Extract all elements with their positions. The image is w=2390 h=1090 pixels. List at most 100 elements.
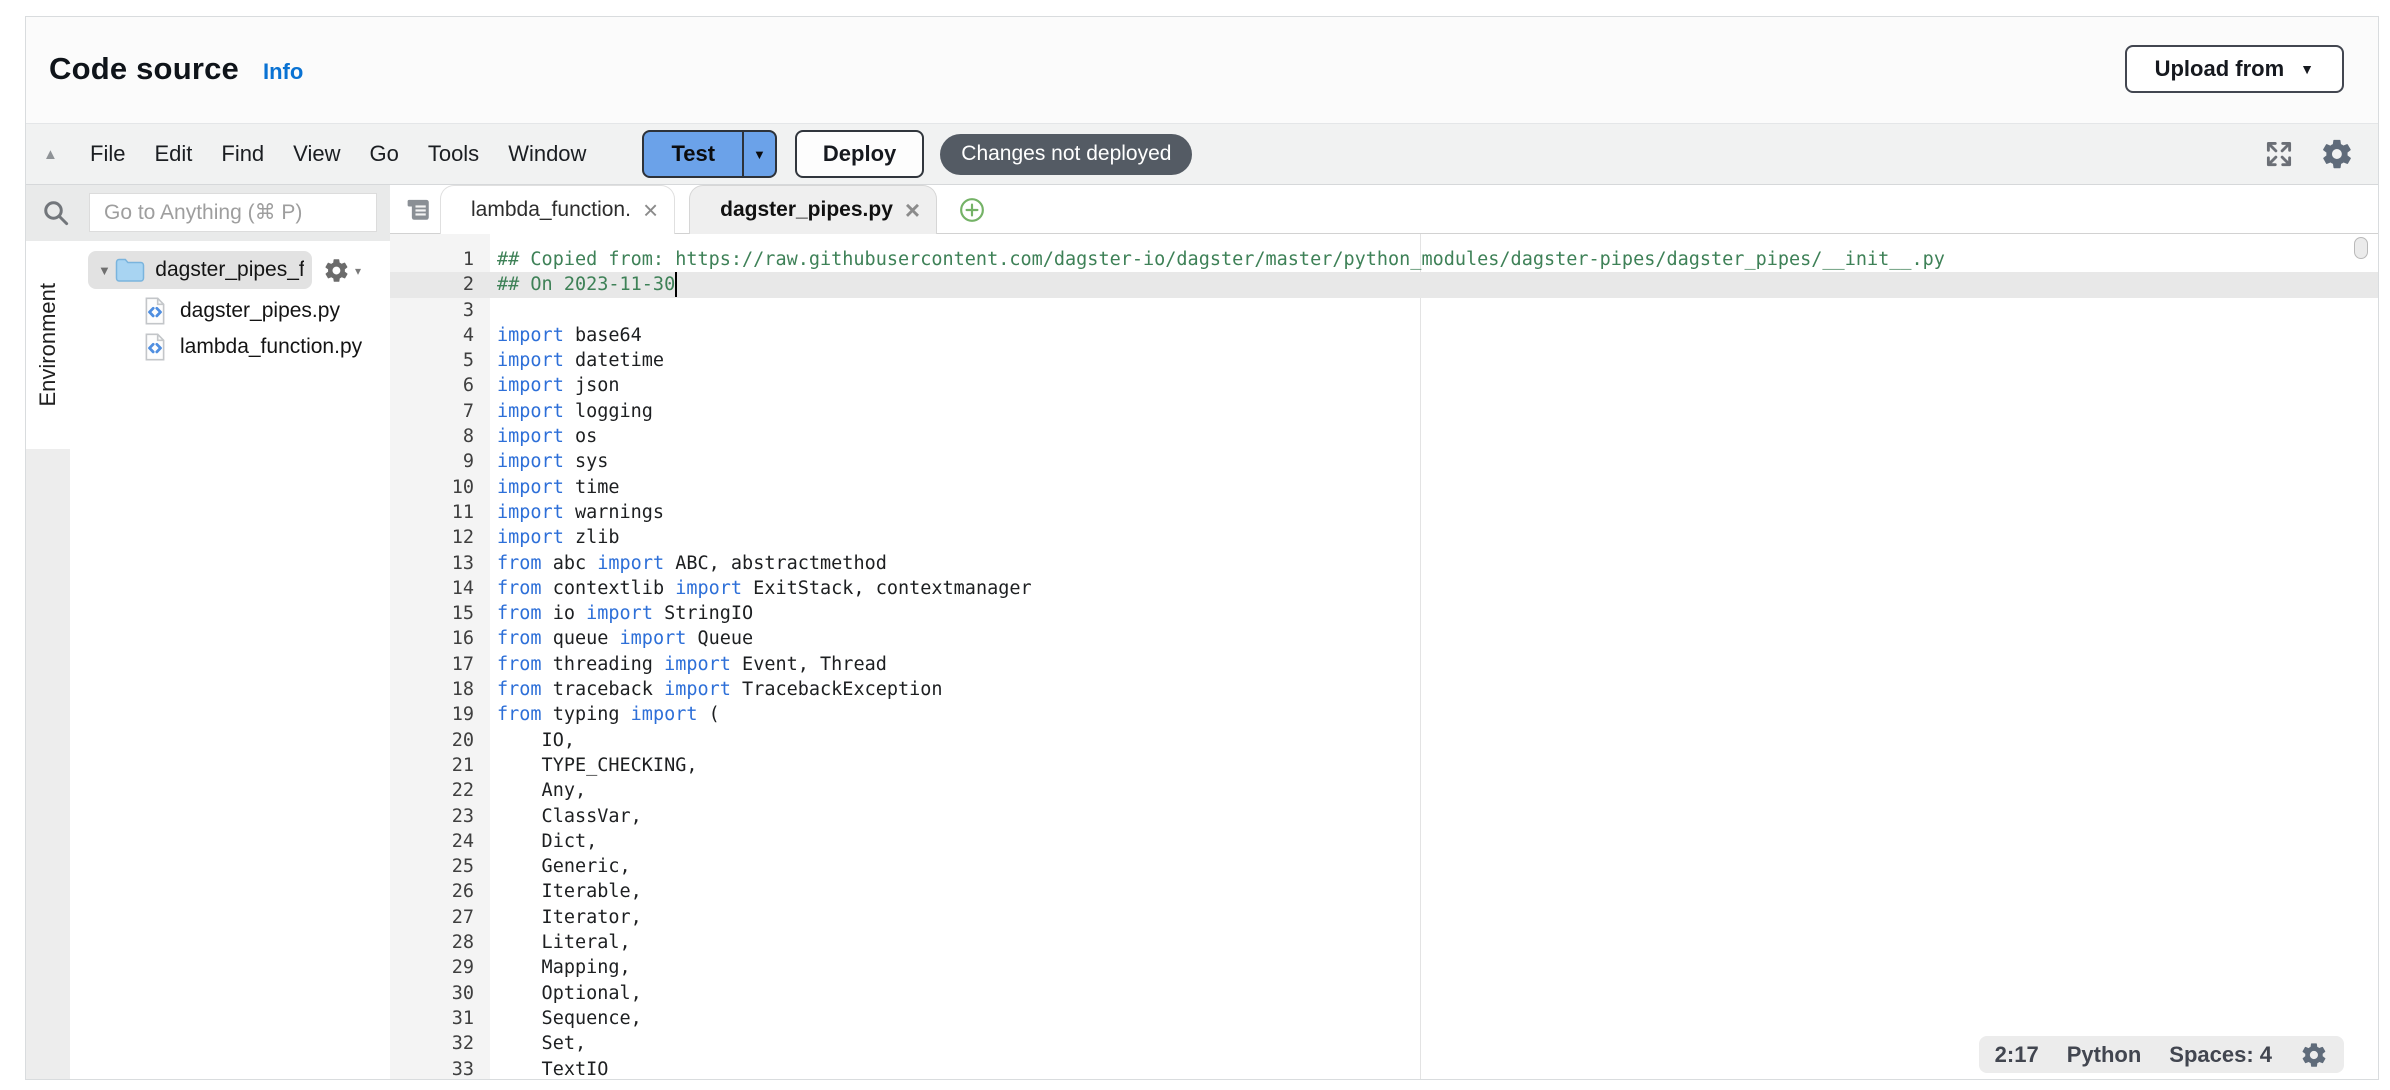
line-number: 17: [390, 652, 490, 677]
code-line-28: 28 Literal,: [390, 930, 2378, 955]
tree-file-lambda_function.py[interactable]: lambda_function.py: [143, 329, 362, 365]
line-number: 7: [390, 399, 490, 424]
code-line-21: 21 TYPE_CHECKING,: [390, 753, 2378, 778]
code-text: import json: [490, 373, 620, 398]
code-editor[interactable]: 1## Copied from: https://raw.githubuserc…: [390, 234, 2378, 1079]
code-text: Iterable,: [490, 879, 642, 904]
new-tab-plus-icon[interactable]: [959, 197, 985, 223]
code-text: from traceback import TracebackException: [490, 677, 943, 702]
code-line-7: 7import logging: [390, 399, 2378, 424]
tree-settings-button[interactable]: ▾: [323, 257, 361, 284]
code-text: ## Copied from: https://raw.githubuserco…: [490, 247, 1945, 272]
code-text: from io import StringIO: [490, 601, 753, 626]
sidebar-rail: [26, 449, 70, 1079]
vertical-scrollbar[interactable]: [2354, 237, 2368, 259]
code-line-13: 13from abc import ABC, abstractmethod: [390, 551, 2378, 576]
menu-item-tools[interactable]: Tools: [428, 141, 479, 167]
code-line-2: 2## On 2023-11-30: [390, 272, 2378, 297]
code-line-1: 1## Copied from: https://raw.githubuserc…: [390, 247, 2378, 272]
code-line-24: 24 Dict,: [390, 829, 2378, 854]
tab-bar: lambda_function. × dagster_pipes.py ×: [390, 185, 2378, 234]
folder-label: dagster_pipes_funct: [155, 258, 304, 282]
tree-file-dagster_pipes.py[interactable]: dagster_pipes.py: [143, 293, 340, 329]
code-text: import time: [490, 475, 620, 500]
environment-tab[interactable]: Environment: [26, 241, 70, 449]
menu-item-view[interactable]: View: [293, 141, 340, 167]
code-text: Set,: [490, 1031, 586, 1056]
gear-dropdown-icon: ▾: [355, 264, 361, 278]
code-line-29: 29 Mapping,: [390, 955, 2378, 980]
line-number: 25: [390, 854, 490, 879]
line-number: 28: [390, 930, 490, 955]
language-mode[interactable]: Python: [2067, 1042, 2142, 1068]
indentation-setting[interactable]: Spaces: 4: [2169, 1042, 2272, 1068]
code-text: [490, 298, 497, 323]
line-number: 13: [390, 551, 490, 576]
menubar-right: [2264, 137, 2378, 171]
code-lines: 1## Copied from: https://raw.githubuserc…: [390, 234, 2378, 1079]
tab-label: lambda_function.: [471, 198, 631, 222]
folder-expand-icon[interactable]: ▼: [98, 263, 115, 278]
test-dropdown-icon[interactable]: ▼: [742, 132, 775, 176]
code-text: Dict,: [490, 829, 597, 854]
deploy-button[interactable]: Deploy: [795, 130, 924, 178]
code-source-panel: Code source Info Upload from ▼ ▲ FileEdi…: [25, 16, 2379, 1080]
code-text: import datetime: [490, 348, 664, 373]
editor-settings-gear-icon[interactable]: [2300, 1041, 2328, 1069]
tab-close-icon[interactable]: ×: [905, 197, 920, 223]
tab-lambda_function[interactable]: lambda_function. ×: [440, 185, 675, 234]
code-text: Any,: [490, 778, 586, 803]
line-number: 22: [390, 778, 490, 803]
menu-item-file[interactable]: File: [90, 141, 125, 167]
menu-item-edit[interactable]: Edit: [154, 141, 192, 167]
tab-label: dagster_pipes.py: [720, 198, 893, 222]
line-number: 18: [390, 677, 490, 702]
settings-gear-icon[interactable]: [2320, 137, 2354, 171]
info-link[interactable]: Info: [263, 59, 303, 85]
chevron-down-icon: ▼: [2300, 62, 2314, 76]
code-line-5: 5import datetime: [390, 348, 2378, 373]
tab-dagster_pipes.py[interactable]: dagster_pipes.py ×: [689, 185, 937, 234]
editor-zone: lambda_function. × dagster_pipes.py × 1## C…: [390, 185, 2378, 1079]
code-line-22: 22 Any,: [390, 778, 2378, 803]
python-file-icon: [143, 297, 167, 325]
menu-item-go[interactable]: Go: [369, 141, 398, 167]
line-number: 5: [390, 348, 490, 373]
code-text: Sequence,: [490, 1006, 642, 1031]
file-label: lambda_function.py: [180, 335, 362, 359]
line-number: 33: [390, 1057, 490, 1080]
upload-from-button[interactable]: Upload from ▼: [2125, 45, 2344, 93]
code-line-26: 26 Iterable,: [390, 879, 2378, 904]
code-line-12: 12import zlib: [390, 525, 2378, 550]
tab-strip: lambda_function. × dagster_pipes.py ×: [440, 185, 985, 234]
collapse-menubar-icon[interactable]: ▲: [43, 146, 65, 163]
code-line-8: 8import os: [390, 424, 2378, 449]
code-line-3: 3: [390, 298, 2378, 323]
code-text: from queue import Queue: [490, 626, 753, 651]
test-button[interactable]: Test ▼: [642, 130, 776, 178]
fullscreen-icon[interactable]: [2264, 139, 2294, 169]
line-number: 15: [390, 601, 490, 626]
code-text: from threading import Event, Thread: [490, 652, 887, 677]
menu-items: File Edit Find View Go Tools Window: [90, 141, 586, 167]
tab-list-icon[interactable]: [404, 195, 433, 224]
environment-label: Environment: [35, 283, 61, 407]
code-text: import sys: [490, 449, 608, 474]
menu-item-find[interactable]: Find: [221, 141, 264, 167]
upload-from-label: Upload from: [2155, 56, 2285, 82]
line-number: 2: [390, 272, 490, 297]
code-line-27: 27 Iterator,: [390, 905, 2378, 930]
line-number: 8: [390, 424, 490, 449]
menu-item-window[interactable]: Window: [508, 141, 586, 167]
goto-anything-input[interactable]: [89, 193, 377, 232]
line-number: 6: [390, 373, 490, 398]
code-text: Iterator,: [490, 905, 642, 930]
code-text: import logging: [490, 399, 653, 424]
cursor-position[interactable]: 2:17: [1995, 1042, 2039, 1068]
line-number: 31: [390, 1006, 490, 1031]
code-line-10: 10import time: [390, 475, 2378, 500]
code-line-17: 17from threading import Event, Thread: [390, 652, 2378, 677]
tree-folder-row[interactable]: ▼ dagster_pipes_funct: [88, 251, 312, 289]
file-label: dagster_pipes.py: [180, 299, 340, 323]
tab-close-icon[interactable]: ×: [643, 197, 658, 223]
